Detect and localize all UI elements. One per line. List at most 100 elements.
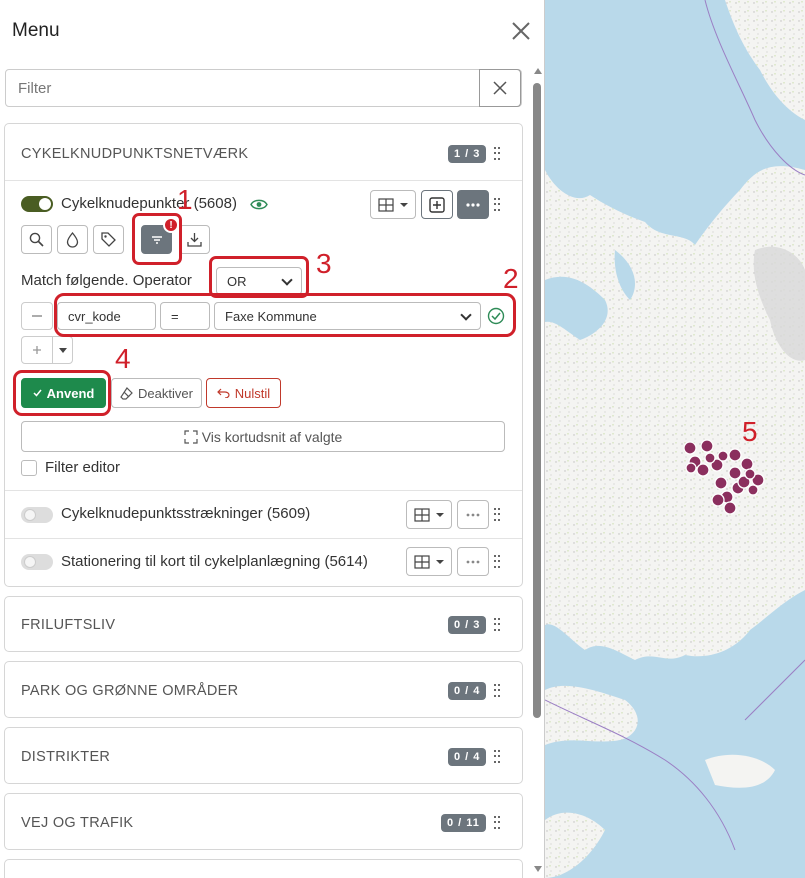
filter-clear-button[interactable]: [479, 69, 521, 107]
drag-handle-icon[interactable]: [494, 198, 500, 212]
layer-label[interactable]: Cykelknudepunkter (5608): [61, 195, 237, 212]
tag-icon: [101, 232, 116, 247]
search-button[interactable]: [21, 225, 52, 254]
add-condition-dropdown[interactable]: [52, 336, 73, 364]
filter-editor-checkbox[interactable]: [21, 460, 37, 476]
table-icon: [413, 507, 430, 522]
caret-down-icon: [58, 347, 67, 353]
divider: [5, 538, 522, 539]
ellipsis-icon: [466, 560, 480, 563]
style-button[interactable]: [57, 225, 88, 254]
zoom-to-selection-button[interactable]: Vis kortudsnit af valgte: [21, 421, 505, 452]
filter-editor-label: Filter editor: [45, 459, 121, 476]
zoom-label: Vis kortudsnit af valgte: [201, 428, 343, 445]
deactivate-button[interactable]: Deaktiver: [111, 378, 202, 408]
more-options-button[interactable]: [457, 190, 489, 219]
field-value: cvr_kode: [68, 308, 121, 324]
table-dropdown-button[interactable]: [406, 547, 452, 576]
value-select[interactable]: Faxe Kommune: [214, 302, 481, 330]
drag-handle-icon[interactable]: [494, 750, 500, 764]
chevron-down-icon: [460, 309, 472, 321]
layer-group-distrikter[interactable]: DISTRIKTER 0 / 4: [4, 727, 523, 784]
map-view[interactable]: 5: [545, 0, 805, 878]
reset-button[interactable]: Nulstil: [206, 378, 281, 408]
apply-button[interactable]: Anvend: [21, 378, 106, 408]
minus-icon: [32, 315, 42, 317]
filter-box: [5, 69, 522, 107]
scroll-down-arrow[interactable]: [534, 866, 542, 872]
label-button[interactable]: [93, 225, 124, 254]
annotation-number-3: 3: [316, 248, 332, 279]
download-button[interactable]: [179, 225, 210, 254]
divider: [5, 180, 522, 181]
divider: [5, 490, 522, 491]
operator-select[interactable]: OR: [216, 267, 302, 295]
comparison-value: =: [171, 308, 179, 324]
value-text: Faxe Kommune: [225, 308, 317, 324]
scroll-up-arrow[interactable]: [534, 68, 542, 74]
reset-label: Nulstil: [234, 385, 271, 401]
drag-handle-icon[interactable]: [494, 618, 500, 632]
group-count-badge: 1 / 3: [448, 145, 487, 163]
caret-down-icon: [399, 202, 408, 207]
menu-panel: Menu CYKELKNUDPUNKTSNETVÆRK 1 / 3 Cykelk…: [0, 0, 545, 878]
download-icon: [187, 233, 202, 247]
annotation-number-2: 2: [503, 263, 519, 294]
match-operator-label: Match følgende. Operator: [21, 272, 192, 289]
group-count-badge: 0 / 11: [441, 814, 486, 832]
table-icon: [377, 197, 394, 212]
drag-handle-icon[interactable]: [494, 555, 500, 569]
layer-group-park[interactable]: PARK OG GRØNNE OMRÅDER 0 / 4: [4, 661, 523, 718]
eraser-icon: [120, 386, 133, 400]
scrollbar[interactable]: [532, 65, 542, 875]
add-condition-button[interactable]: [21, 336, 53, 364]
scroll-thumb[interactable]: [533, 83, 541, 718]
layer-group-friluftsliv[interactable]: FRILUFTSLIV 0 / 3: [4, 596, 523, 652]
more-options-button[interactable]: [457, 500, 489, 529]
plus-square-icon: [429, 196, 445, 213]
droplet-icon: [66, 231, 79, 248]
annotation-number-5: 5: [742, 416, 758, 447]
ellipsis-icon: [466, 202, 480, 207]
group-title[interactable]: CYKELKNUDPUNKTSNETVÆRK: [21, 146, 248, 162]
layer-group-partial[interactable]: [4, 859, 523, 878]
group-title: FRILUFTSLIV: [21, 617, 116, 633]
valid-check-icon: [487, 307, 505, 325]
eye-icon[interactable]: [250, 198, 268, 211]
chevron-down-icon: [281, 274, 293, 286]
group-count-badge: 0 / 4: [448, 682, 487, 700]
drag-handle-icon[interactable]: [494, 508, 500, 522]
undo-icon: [216, 388, 230, 398]
group-count-badge: 0 / 4: [448, 748, 487, 766]
layer-group-vej-og-trafik[interactable]: VEJ OG TRAFIK 0 / 11: [4, 793, 523, 850]
more-options-button[interactable]: [457, 547, 489, 576]
layer-label[interactable]: Cykelknudepunktsstrækninger (5609): [61, 505, 310, 522]
search-icon: [29, 232, 44, 247]
apply-label: Anvend: [46, 385, 95, 401]
plus-icon: [33, 346, 41, 354]
layer-toggle-stationering[interactable]: [21, 554, 53, 570]
drag-handle-icon[interactable]: [494, 147, 500, 161]
caret-down-icon: [435, 559, 444, 564]
annotation-number-4: 4: [115, 343, 131, 374]
ellipsis-icon: [466, 513, 480, 516]
layer-label[interactable]: Stationering til kort til cykelplanlægni…: [61, 553, 368, 570]
close-icon[interactable]: [510, 20, 532, 42]
field-input[interactable]: cvr_kode: [57, 302, 156, 330]
map-canvas[interactable]: [545, 0, 805, 878]
check-icon: [33, 389, 42, 397]
remove-condition-button[interactable]: [21, 302, 53, 330]
comparison-select[interactable]: =: [160, 302, 210, 330]
layer-toggle-cykelknudepunkter[interactable]: [21, 196, 53, 212]
table-dropdown-button[interactable]: [406, 500, 452, 529]
operator-value: OR: [227, 273, 247, 289]
filter-input[interactable]: [6, 70, 481, 106]
layer-toggle-cykelknudepunktsstraekninger[interactable]: [21, 507, 53, 523]
group-title: DISTRIKTER: [21, 749, 111, 765]
table-icon: [413, 554, 430, 569]
add-to-map-button[interactable]: [421, 190, 453, 219]
drag-handle-icon[interactable]: [494, 684, 500, 698]
drag-handle-icon[interactable]: [494, 816, 500, 830]
table-dropdown-button[interactable]: [370, 190, 416, 219]
group-title: PARK OG GRØNNE OMRÅDER: [21, 683, 239, 699]
